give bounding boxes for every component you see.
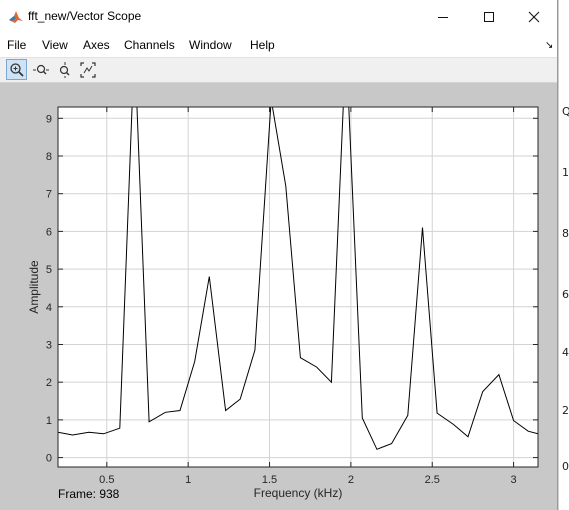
toolbar (0, 58, 557, 83)
background-window-text: 8 (562, 227, 569, 240)
x-tick-label: 1.5 (262, 474, 277, 486)
zoom-in-icon (9, 62, 24, 77)
menu-bar: File View Axes Channels Window Help ↘ (0, 33, 557, 58)
x-tick-label: 1 (185, 474, 191, 486)
y-tick-label: 4 (46, 302, 52, 314)
zoom-in-button[interactable] (6, 59, 27, 80)
menu-window[interactable]: Window (189, 38, 232, 52)
x-tick-label: 3 (511, 474, 517, 486)
menu-file[interactable]: File (7, 38, 26, 52)
close-icon (528, 11, 540, 22)
y-axis-label: Amplitude (27, 260, 41, 314)
maximize-button[interactable] (466, 0, 512, 33)
background-window-text: 4 (562, 346, 569, 359)
menu-axes[interactable]: Axes (83, 38, 110, 52)
zoom-x-button[interactable] (30, 59, 51, 80)
minimize-icon (438, 16, 448, 18)
y-tick-label: 2 (46, 377, 52, 389)
x-axis-label: Frequency (kHz) (254, 486, 343, 500)
x-tick-label: 2.5 (425, 474, 440, 486)
background-window-text: 2 (562, 404, 569, 417)
title-bar[interactable]: fft_new/Vector Scope (0, 0, 557, 33)
background-window-text: 10 (562, 166, 569, 179)
background-window-text: Q< (562, 105, 569, 118)
menu-help[interactable]: Help (250, 38, 275, 52)
y-tick-label: 1 (46, 415, 52, 427)
y-tick-label: 5 (46, 264, 52, 276)
zoom-x-icon (32, 64, 49, 74)
menu-view[interactable]: View (42, 38, 68, 52)
background-window-text: 6 (562, 288, 569, 301)
window-title: fft_new/Vector Scope (28, 9, 142, 23)
y-tick-label: 0 (46, 453, 52, 465)
minimize-button[interactable] (420, 0, 466, 33)
menu-channels[interactable]: Channels (124, 38, 175, 52)
autoscale-button[interactable] (77, 59, 98, 80)
y-tick-label: 3 (46, 339, 52, 351)
zoom-y-button[interactable] (54, 59, 75, 80)
matlab-logo-icon (9, 11, 23, 23)
x-tick-label: 0.5 (99, 474, 114, 486)
autoscale-icon (79, 61, 96, 78)
frame-counter: Frame: 938 (58, 487, 120, 501)
y-tick-label: 8 (46, 151, 52, 163)
background-window (558, 0, 569, 510)
y-tick-label: 6 (46, 226, 52, 238)
y-tick-label: 9 (46, 113, 52, 125)
dock-arrow-icon[interactable]: ↘ (545, 40, 553, 51)
background-window-text: 0 (562, 460, 569, 473)
maximize-icon (484, 11, 494, 22)
zoom-y-icon (59, 61, 69, 78)
close-button[interactable] (511, 0, 557, 33)
y-tick-label: 7 (46, 189, 52, 201)
x-tick-label: 2 (348, 474, 354, 486)
vector-scope-plot[interactable]: 0.5 1 1.5 2 2.5 3 0 1 2 3 4 5 6 7 8 9 Frequency (kHz) A… (0, 83, 557, 510)
